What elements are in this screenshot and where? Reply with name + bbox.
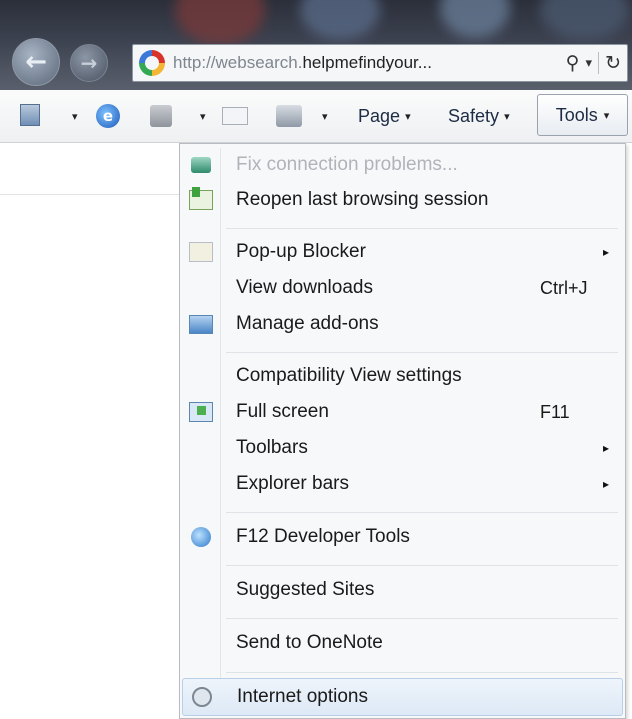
menu-item-label: F12 Developer Tools — [236, 526, 410, 547]
menu-item-label: Compatibility View settings — [236, 365, 462, 386]
menu-separator — [226, 352, 618, 353]
tools-menu-label: Tools — [555, 104, 598, 125]
menu-item-send-to-onenote[interactable]: Send to OneNote — [182, 625, 623, 661]
printer-icon — [276, 105, 302, 127]
menu-item-label: Pop-up Blocker — [236, 241, 366, 262]
menu-item-internet-options[interactable]: Internet options — [182, 678, 623, 716]
back-arrow-icon: ← — [25, 47, 47, 77]
feeds-dropdown[interactable]: ▾ — [200, 102, 206, 130]
menu-item-developer-tools[interactable]: F12 Developer Tools — [182, 519, 623, 555]
menu-item-label: Suggested Sites — [236, 579, 375, 600]
browser-title-strip: ← → http://websearch.helpmefindyour... ⚲… — [0, 0, 632, 90]
refresh-icon[interactable]: ↻ — [605, 52, 621, 74]
submenu-arrow-icon: ▸ — [602, 441, 609, 455]
menu-item-toolbars[interactable]: Toolbars ▸ — [182, 430, 623, 466]
site-favicon-icon — [139, 50, 165, 76]
menu-separator — [226, 672, 618, 673]
menu-item-fix-connection[interactable]: Fix connection problems... — [182, 148, 623, 182]
menu-separator — [226, 565, 618, 566]
chevron-down-icon: ▾ — [200, 109, 206, 123]
background-tab-blur — [540, 0, 630, 40]
tools-dropdown-menu: Fix connection problems... Reopen last b… — [179, 143, 626, 719]
menu-separator — [226, 618, 618, 619]
menu-separator — [226, 512, 618, 513]
popup-blocker-icon — [188, 241, 214, 263]
print-dropdown[interactable]: ▾ — [322, 102, 328, 130]
ie-favorites-button[interactable]: e — [96, 102, 120, 130]
safety-menu-button[interactable]: Safety ▾ — [448, 102, 510, 130]
submenu-arrow-icon: ▸ — [602, 477, 609, 491]
menu-item-label: Full screen — [236, 401, 329, 422]
internet-options-icon — [189, 686, 215, 708]
forward-arrow-icon: → — [80, 51, 98, 75]
menu-item-label: Send to OneNote — [236, 632, 383, 653]
home-dropdown[interactable]: ▾ — [72, 102, 78, 130]
reopen-session-icon — [188, 187, 214, 211]
menu-item-full-screen[interactable]: Full screen F11 — [182, 394, 623, 430]
submenu-arrow-icon: ▸ — [602, 245, 609, 259]
chevron-down-icon: ▾ — [504, 109, 510, 123]
menu-item-reopen-session[interactable]: Reopen last browsing session — [182, 182, 623, 218]
forward-button[interactable]: → — [70, 44, 108, 82]
addons-icon — [188, 313, 214, 335]
menu-item-suggested-sites[interactable]: Suggested Sites — [182, 572, 623, 608]
chevron-down-icon: ▾ — [322, 109, 328, 123]
ie-logo-icon: e — [96, 104, 120, 128]
page-menu-label: Page — [358, 105, 401, 126]
menu-item-shortcut: Ctrl+J — [540, 277, 588, 298]
menu-item-label: Internet options — [237, 686, 368, 707]
feeds-button[interactable] — [150, 102, 172, 130]
home-icon — [20, 104, 42, 128]
page-menu-button[interactable]: Page ▾ — [358, 102, 411, 130]
background-tab-blur — [175, 0, 265, 45]
search-icon[interactable]: ⚲ — [566, 52, 580, 74]
menu-item-label: Fix connection problems... — [236, 154, 458, 175]
menu-item-view-downloads[interactable]: View downloads Ctrl+J — [182, 270, 623, 306]
menu-item-label: Manage add-ons — [236, 313, 379, 334]
background-tab-blur — [300, 0, 380, 40]
menu-item-shortcut: F11 — [540, 401, 570, 422]
page-content-divider — [0, 194, 180, 195]
home-button[interactable] — [20, 102, 42, 130]
developer-tools-icon — [188, 526, 214, 548]
background-tab-blur — [440, 0, 510, 38]
read-mail-button[interactable] — [222, 102, 248, 130]
menu-item-popup-blocker[interactable]: Pop-up Blocker ▸ — [182, 234, 623, 270]
menu-item-explorer-bars[interactable]: Explorer bars ▸ — [182, 466, 623, 502]
safety-menu-label: Safety — [448, 105, 500, 126]
mail-icon — [222, 107, 248, 125]
menu-item-label: Reopen last browsing session — [236, 189, 489, 210]
full-screen-icon — [188, 401, 214, 423]
print-button[interactable] — [276, 102, 302, 130]
address-bar[interactable]: http://websearch.helpmefindyour... ⚲ ▾ ↻ — [132, 44, 628, 82]
menu-separator — [226, 228, 618, 229]
tools-menu-button[interactable]: Tools ▾ — [537, 94, 628, 136]
chevron-down-icon: ▾ — [72, 109, 78, 123]
menu-item-compatibility-view[interactable]: Compatibility View settings — [182, 358, 623, 394]
menu-item-label: Explorer bars — [236, 473, 349, 494]
chevron-down-icon: ▾ — [405, 109, 411, 123]
menu-item-label: View downloads — [236, 277, 373, 298]
address-dropdown-icon[interactable]: ▾ — [586, 56, 593, 71]
network-icon — [188, 154, 214, 176]
menu-item-manage-addons[interactable]: Manage add-ons — [182, 306, 623, 342]
url-text[interactable]: http://websearch.helpmefindyour... — [173, 53, 432, 73]
address-separator — [598, 52, 600, 74]
rss-feed-icon — [150, 105, 172, 127]
back-button[interactable]: ← — [12, 38, 60, 86]
menu-item-label: Toolbars — [236, 437, 308, 458]
chevron-down-icon: ▾ — [603, 108, 610, 122]
